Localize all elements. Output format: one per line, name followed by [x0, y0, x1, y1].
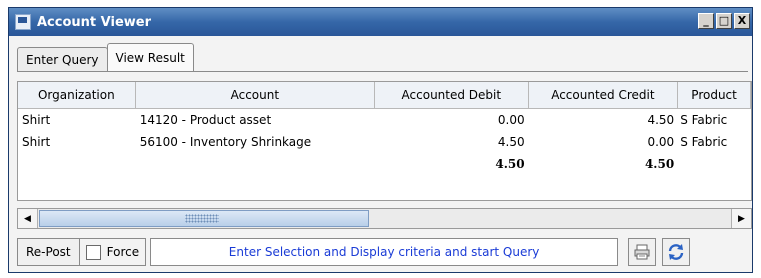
scroll-right-icon[interactable]: ▶	[731, 209, 751, 228]
maximize-button[interactable]: □	[716, 13, 732, 29]
scroll-left-icon[interactable]: ◀	[18, 209, 38, 228]
result-table: Organization Account Accounted Debit Acc…	[17, 81, 752, 201]
column-header-organization[interactable]: Organization	[18, 82, 136, 108]
column-header-product[interactable]: Product	[678, 82, 751, 108]
cell-product: S Fabric	[680, 113, 728, 127]
force-option[interactable]: Force	[79, 238, 147, 266]
cell-organization: Shirt	[22, 113, 51, 127]
cell-empty	[18, 153, 136, 175]
repost-button[interactable]: Re-Post	[17, 238, 80, 266]
total-credit: 4.50	[644, 157, 675, 171]
tab-enter-query[interactable]: Enter Query	[17, 47, 108, 71]
printer-icon	[634, 244, 650, 260]
status-message: Enter Selection and Display criteria and…	[150, 238, 619, 266]
print-button[interactable]	[628, 238, 657, 266]
column-header-accounted-credit[interactable]: Accounted Credit	[529, 82, 679, 108]
scroll-thumb[interactable]	[39, 210, 369, 227]
cell-credit: 4.50	[647, 113, 675, 127]
cell-organization: Shirt	[22, 135, 51, 149]
cell-empty	[678, 153, 751, 175]
grip-icon	[185, 214, 219, 223]
close-button[interactable]: X	[734, 13, 750, 29]
cell-debit: 0.00	[497, 113, 525, 127]
table-row[interactable]: Shirt 56100 - Inventory Shrinkage 4.50 0…	[18, 131, 751, 153]
minimize-button[interactable]: _	[698, 13, 714, 29]
total-debit: 4.50	[495, 157, 525, 171]
table-header: Organization Account Accounted Debit Acc…	[18, 82, 751, 109]
cell-empty	[136, 153, 375, 175]
tab-label: View Result	[115, 50, 185, 65]
cell-account: 56100 - Inventory Shrinkage	[139, 135, 312, 149]
cell-credit: 0.00	[647, 135, 675, 149]
window-title: Account Viewer	[37, 14, 151, 30]
cell-account: 14120 - Product asset	[139, 113, 272, 127]
bottom-toolbar: Re-Post Force Enter Selection and Displa…	[17, 237, 752, 267]
tab-bar: Enter Query View Result	[17, 43, 194, 71]
tab-view-result[interactable]: View Result	[106, 43, 194, 71]
app-icon	[15, 14, 31, 30]
account-viewer-window: Account Viewer _ □ X Enter Query View Re…	[8, 7, 753, 273]
tab-label: Enter Query	[26, 52, 99, 67]
title-bar[interactable]: Account Viewer _ □ X	[9, 8, 752, 36]
column-header-account[interactable]: Account	[136, 82, 376, 108]
column-header-accounted-debit[interactable]: Accounted Debit	[375, 82, 529, 108]
totals-row: 4.50 4.50	[18, 153, 751, 175]
cell-debit: 4.50	[497, 135, 525, 149]
refresh-icon	[668, 244, 684, 260]
force-checkbox[interactable]	[85, 244, 101, 260]
table-row[interactable]: Shirt 14120 - Product asset 0.00 4.50 S …	[18, 109, 751, 131]
tab-divider	[17, 71, 748, 72]
refresh-button[interactable]	[662, 238, 691, 266]
horizontal-scrollbar[interactable]: ◀ ▶	[17, 208, 752, 229]
force-label: Force	[106, 245, 140, 259]
cell-product: S Fabric	[680, 135, 728, 149]
window-controls: _ □ X	[698, 13, 750, 29]
